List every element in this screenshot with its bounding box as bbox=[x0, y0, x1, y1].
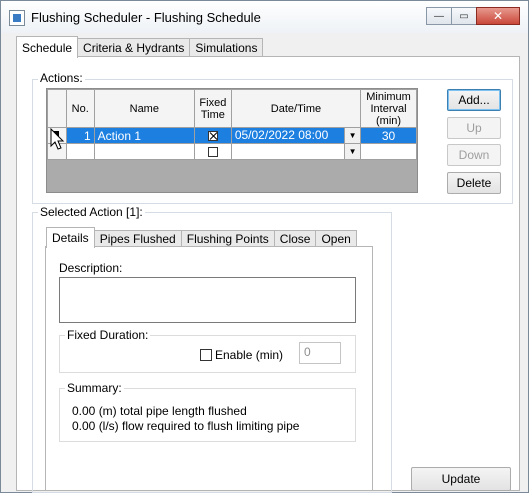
maximize-button[interactable]: ▭ bbox=[451, 7, 477, 25]
update-button[interactable]: Update bbox=[411, 467, 511, 491]
datetime-value: 05/02/2022 08:00 bbox=[234, 128, 329, 142]
tab-open[interactable]: Open bbox=[315, 230, 357, 247]
add-button[interactable]: Add... bbox=[447, 89, 501, 111]
close-icon: ✕ bbox=[492, 9, 504, 23]
actions-grid[interactable]: No. Name Fixed Time Date/Time Minimum In… bbox=[46, 88, 418, 193]
window-controls: — ▭ ✕ bbox=[426, 7, 520, 25]
minimize-icon: — bbox=[434, 10, 444, 22]
grid-header-row: No. Name Fixed Time Date/Time Minimum In… bbox=[47, 89, 417, 128]
up-button[interactable]: Up bbox=[447, 117, 501, 139]
tab-schedule[interactable]: Schedule bbox=[16, 36, 79, 58]
column-header-fixed-time[interactable]: Fixed Time bbox=[193, 89, 232, 128]
column-header-name[interactable]: Name bbox=[93, 89, 195, 128]
cell-datetime[interactable]: ▼ bbox=[230, 143, 362, 160]
fixed-time-checkbox[interactable] bbox=[207, 147, 218, 158]
table-row-new[interactable]: ▼ bbox=[47, 143, 417, 160]
summary-label: Summary: bbox=[65, 381, 124, 395]
description-label: Description: bbox=[59, 261, 123, 275]
summary-line-flow: 0.00 (l/s) flow required to flush limiti… bbox=[72, 419, 300, 433]
tab-pipes-flushed[interactable]: Pipes Flushed bbox=[93, 230, 182, 247]
main-tabs: Schedule Criteria & Hydrants Simulations bbox=[16, 36, 264, 58]
cell-datetime[interactable]: 05/02/2022 08:00 ▼ bbox=[230, 127, 362, 144]
cell-min-interval[interactable] bbox=[360, 143, 417, 160]
title-bar[interactable]: Flushing Scheduler - Flushing Schedule —… bbox=[1, 1, 528, 33]
cell-name[interactable]: Action 1 bbox=[93, 127, 195, 144]
selected-action-label: Selected Action [1]: bbox=[38, 205, 145, 219]
delete-button[interactable]: Delete bbox=[447, 172, 501, 194]
enable-duration-label[interactable]: Enable (min) bbox=[215, 348, 283, 362]
cell-no[interactable] bbox=[65, 143, 95, 160]
tab-criteria-hydrants[interactable]: Criteria & Hydrants bbox=[77, 38, 191, 57]
fixed-duration-label: Fixed Duration: bbox=[65, 328, 151, 342]
down-button[interactable]: Down bbox=[447, 144, 501, 166]
column-header-no[interactable]: No. bbox=[65, 89, 95, 128]
cell-fixed-time[interactable] bbox=[193, 143, 232, 160]
window-title: Flushing Scheduler - Flushing Schedule bbox=[31, 10, 261, 25]
minimize-button[interactable]: — bbox=[426, 7, 452, 25]
mouse-cursor-icon bbox=[50, 128, 65, 150]
selected-action-tabs: Details Pipes Flushed Flushing Points Cl… bbox=[46, 227, 357, 248]
column-header-datetime[interactable]: Date/Time bbox=[230, 89, 362, 128]
actions-label: Actions: bbox=[38, 71, 85, 85]
column-header-min-interval[interactable]: Minimum Interval (min) bbox=[360, 89, 417, 128]
maximize-icon: ▭ bbox=[459, 10, 469, 22]
row-header-corner bbox=[47, 89, 67, 128]
chevron-down-icon[interactable]: ▼ bbox=[344, 128, 361, 143]
cell-min-interval[interactable]: 30 bbox=[360, 127, 417, 144]
table-row[interactable]: 1 Action 1 05/02/2022 08:00 ▼ 30 bbox=[47, 127, 417, 144]
cell-name[interactable] bbox=[93, 143, 195, 160]
duration-input[interactable]: 0 bbox=[299, 342, 341, 364]
description-input[interactable] bbox=[59, 277, 356, 323]
summary-line-length: 0.00 (m) total pipe length flushed bbox=[72, 404, 247, 418]
close-button[interactable]: ✕ bbox=[476, 7, 520, 25]
cell-fixed-time[interactable] bbox=[193, 127, 232, 144]
app-icon bbox=[9, 10, 25, 26]
tab-close[interactable]: Close bbox=[273, 230, 317, 247]
enable-duration-checkbox[interactable] bbox=[200, 349, 212, 361]
cell-no[interactable]: 1 bbox=[65, 127, 95, 144]
tab-flushing-points[interactable]: Flushing Points bbox=[180, 230, 275, 247]
tab-simulations[interactable]: Simulations bbox=[189, 38, 264, 57]
chevron-down-icon[interactable]: ▼ bbox=[344, 144, 361, 159]
tab-details[interactable]: Details bbox=[46, 227, 95, 248]
fixed-time-checkbox[interactable] bbox=[207, 131, 218, 142]
